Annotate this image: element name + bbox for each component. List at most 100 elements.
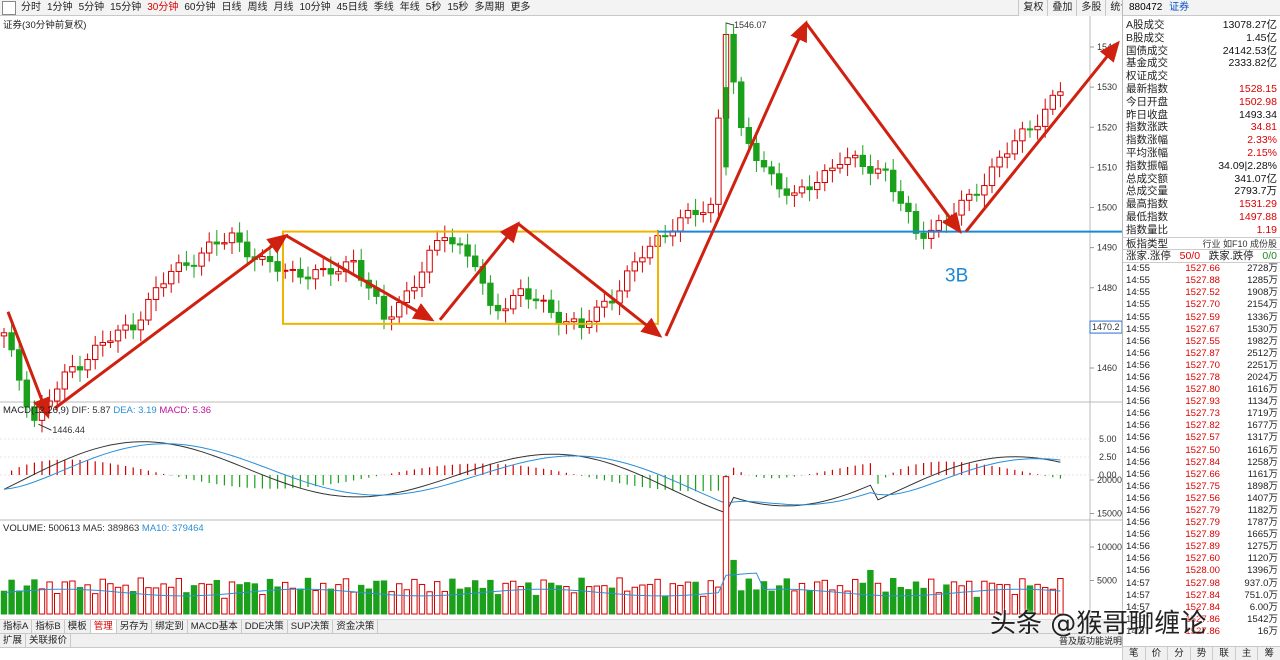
indicator-tab[interactable]: 绑定到 (152, 620, 188, 633)
window-icon[interactable] (2, 0, 16, 15)
volume-bar (738, 590, 745, 615)
tick-time: 14:56 (1126, 420, 1151, 432)
period-tab[interactable]: 45日线 (334, 0, 371, 15)
volume-bar (753, 589, 760, 615)
stat-value: 24142.53亿 (1222, 44, 1277, 57)
price-tick-label: 1510 (1097, 162, 1117, 172)
candle-body (905, 202, 912, 213)
watermark: 头条 @猴哥聊缠论 (990, 609, 1207, 639)
toolbar-button[interactable]: 叠加 (1047, 0, 1077, 16)
indicator-tab[interactable]: MACD基本 (188, 620, 242, 633)
tick-time: 14:56 (1126, 384, 1151, 396)
indicator-tab[interactable]: 管理 (90, 620, 117, 633)
tick-row: 14:56 1527.79 1182万 (1123, 505, 1280, 517)
tick-price: 1527.88 (1185, 275, 1220, 287)
quote-tab-button[interactable]: 价 (1144, 647, 1168, 660)
indicator-tab[interactable]: 指标B (32, 620, 65, 633)
volume-bar (160, 583, 167, 615)
period-tab[interactable]: 30分钟 (144, 0, 181, 15)
period-tab[interactable]: 5秒 (423, 0, 445, 15)
period-tab[interactable]: 5分钟 (76, 0, 108, 15)
indicator-tab[interactable]: 指标A (0, 620, 33, 633)
stat-row: A股成交 13078.27亿 (1123, 19, 1280, 32)
candle-body (1011, 140, 1018, 155)
toolbar-button[interactable]: 复权 (1018, 0, 1048, 16)
tick-price: 1527.82 (1185, 420, 1220, 432)
quote-tab-button[interactable]: 笔 (1122, 647, 1145, 660)
stat-label: 昨日收盘 (1126, 108, 1168, 121)
indicator-tab[interactable]: 资金决策 (333, 620, 379, 633)
tick-price: 1527.73 (1185, 408, 1220, 420)
tick-price: 1527.60 (1185, 553, 1220, 565)
candle-body (798, 186, 806, 194)
stock-name[interactable]: 证券 (1169, 2, 1189, 13)
indicator-tab[interactable]: SUP决策 (288, 620, 334, 633)
quote-tab-button[interactable]: 筹 (1257, 647, 1280, 660)
volume-bar (928, 578, 935, 615)
period-tab[interactable]: 多周期 (471, 0, 507, 15)
tick-row: 14:55 1527.66 2728万 (1123, 263, 1280, 275)
stat-row: 平均涨幅 2.15% (1123, 147, 1280, 160)
volume-bar (289, 587, 297, 615)
period-tab[interactable]: 季线 (371, 0, 397, 15)
period-tab[interactable]: 15秒 (444, 0, 471, 15)
tick-volume: 1120万 (1247, 553, 1278, 565)
stat-value: 1502.98 (1239, 95, 1277, 108)
period-tab[interactable]: 15分钟 (107, 0, 144, 15)
candle-body (259, 256, 266, 260)
quote-tab-button[interactable]: 联 (1212, 647, 1235, 660)
extension-tab[interactable]: 关联报价 (26, 634, 72, 647)
stat-label: 指数振幅 (1126, 159, 1168, 172)
kline-chart-area[interactable]: 1540153015201510150014901480147014605.00… (0, 16, 1123, 630)
quote-tab-button[interactable]: 分 (1167, 647, 1190, 660)
period-tab[interactable]: 更多 (507, 0, 533, 15)
extension-tab[interactable]: 扩展 (0, 634, 27, 647)
quote-tab-button[interactable]: 势 (1189, 647, 1213, 660)
tick-row: 14:56 1527.82 1677万 (1123, 420, 1280, 432)
indicator-tab[interactable]: 模板 (65, 620, 91, 633)
indicator-tab[interactable]: 另存为 (117, 620, 153, 633)
candle-body (525, 288, 532, 300)
period-tab[interactable]: 年线 (397, 0, 423, 15)
period-tab[interactable]: 周线 (245, 0, 271, 15)
period-tab[interactable]: 分时 (18, 0, 44, 15)
candle-body (107, 340, 114, 343)
period-tab[interactable]: 10分钟 (297, 0, 334, 15)
tick-time: 14:56 (1126, 432, 1151, 444)
quote-tab-button[interactable]: 主 (1234, 647, 1258, 660)
stat-row: 权证成交 (1123, 70, 1280, 83)
tick-row: 14:56 1527.89 1275万 (1123, 541, 1280, 553)
volume-tick-label: 15000 (1097, 509, 1122, 519)
stat-value: 2.33% (1247, 134, 1277, 147)
volume-bar (829, 589, 836, 615)
candle-body (555, 311, 562, 325)
candle-body (388, 316, 395, 320)
stat-label: 国债成交 (1126, 44, 1168, 57)
toolbar-button[interactable]: 多股 (1076, 0, 1106, 16)
volume-bar (449, 578, 456, 615)
period-tab[interactable]: 日线 (219, 0, 245, 15)
candle-body (213, 241, 221, 245)
volume-bar (0, 590, 8, 615)
tick-time: 14:56 (1126, 517, 1151, 529)
indicator-tab[interactable]: DDE决策 (242, 620, 288, 633)
period-tab[interactable]: 60分钟 (181, 0, 218, 15)
candle-body (23, 379, 31, 408)
macd-dea: DEA: 3.19 (113, 405, 157, 416)
low-price-label: 1446.44 (52, 425, 85, 435)
chart-title: 证券(30分钟前复权) (3, 20, 87, 31)
candle-body (958, 199, 965, 216)
candle-body (69, 366, 76, 373)
stat-row: B股成交 1.45亿 (1123, 32, 1280, 45)
board-type-value[interactable]: 行业 如F10 成份股 (1202, 238, 1277, 250)
period-tab[interactable]: 1分钟 (44, 0, 76, 15)
stat-label: 指数量比 (1126, 223, 1168, 236)
period-tab[interactable]: 月线 (271, 0, 297, 15)
trend-arrow (964, 40, 1120, 233)
tick-volume: 1898万 (1247, 480, 1278, 492)
stat-label: 最低指数 (1126, 210, 1168, 223)
candle-body (570, 318, 578, 323)
tick-list[interactable]: 14:55 1527.66 2728万 14:55 1527.88 1285万 14:55 1… (1123, 262, 1280, 638)
stat-row: 昨日收盘 1493.34 (1123, 109, 1280, 122)
tick-time: 14:57 (1126, 577, 1151, 589)
